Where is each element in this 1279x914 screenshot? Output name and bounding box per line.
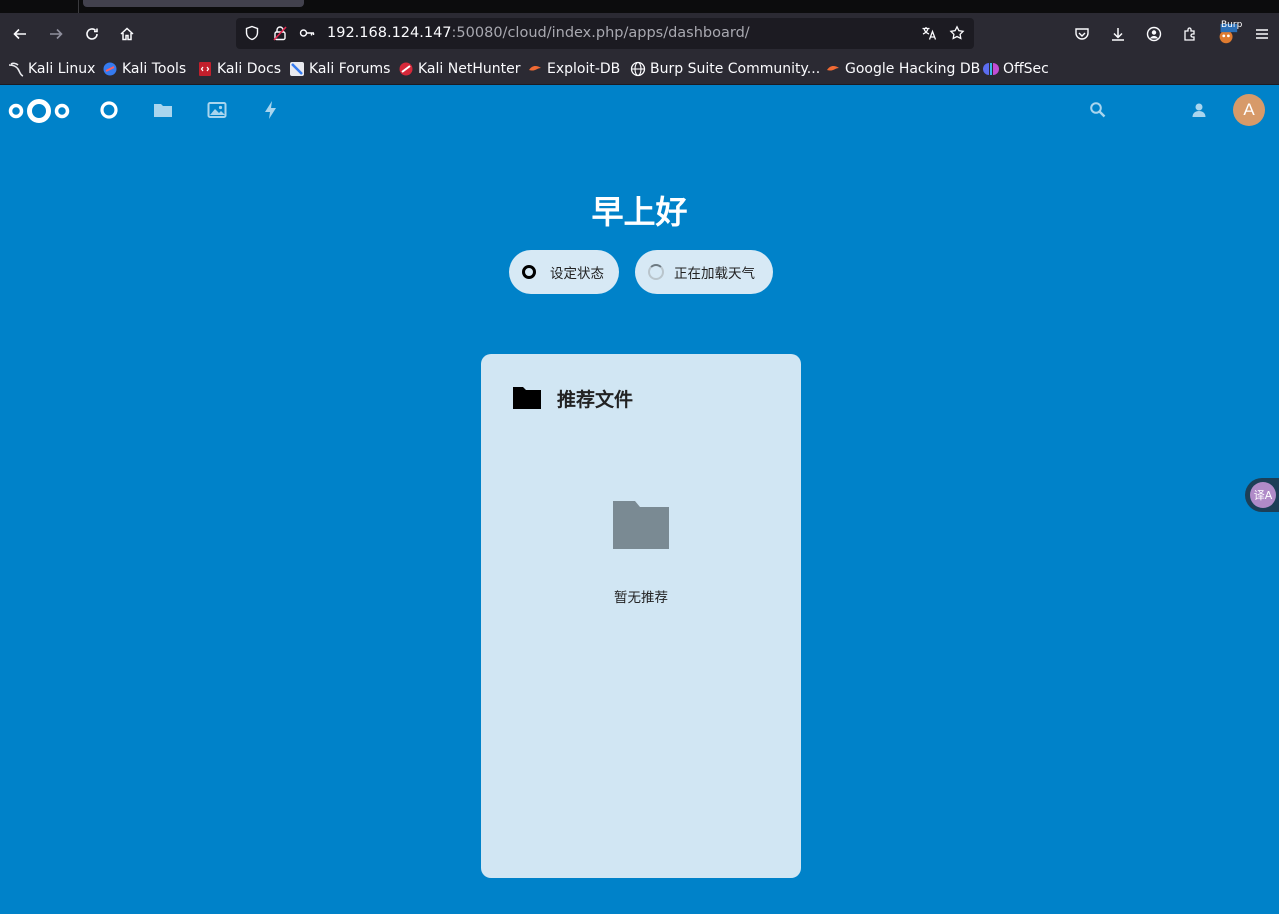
pocket-icon — [1075, 28, 1089, 40]
offsec-icon — [983, 61, 999, 77]
folder-icon — [512, 385, 542, 415]
tab-strip — [0, 0, 1279, 13]
nextcloud-logo[interactable] — [8, 97, 70, 129]
dashboard-icon — [100, 101, 118, 119]
back-arrow-icon — [13, 28, 26, 40]
bookmark-kali-tools[interactable]: Kali Tools — [102, 60, 186, 78]
exploit-db-icon — [527, 61, 543, 77]
kali-dragon-icon — [8, 61, 24, 77]
bookmark-label: Kali Docs — [217, 61, 282, 77]
burp-extension-button[interactable]: Burp — [1214, 20, 1243, 47]
bookmark-star-icon[interactable] — [949, 25, 965, 41]
bookmark-kali-forums[interactable]: Kali Forums — [289, 60, 390, 78]
forward-button[interactable] — [43, 21, 69, 47]
loading-spinner-icon — [648, 264, 664, 280]
url-path: :50080/cloud/index.php/apps/dashboard/ — [451, 25, 750, 41]
home-icon — [120, 27, 134, 41]
translate-bubble-icon: 译A — [1250, 482, 1276, 508]
reload-icon — [86, 28, 98, 40]
bookmark-exploit-db[interactable]: Exploit-DB — [527, 60, 620, 78]
weather-label: 正在加载天气 — [674, 266, 755, 282]
back-button[interactable] — [7, 21, 33, 47]
bookmark-label: Kali Forums — [309, 61, 391, 77]
bookmark-google-hacking-db[interactable]: Google Hacking DB — [825, 60, 980, 78]
bookmarks-toolbar: Kali Linux Kali Tools Kali Docs Kali For… — [0, 54, 1279, 85]
url-bar[interactable]: 192.168.124.147:50080/cloud/index.php/ap… — [236, 18, 974, 49]
insecure-lock-icon[interactable] — [272, 25, 288, 41]
set-status-label: 设定状态 — [550, 266, 604, 282]
activity-icon — [265, 101, 276, 119]
account-button[interactable] — [1141, 21, 1167, 47]
recommended-files-widget: 推荐文件 暂无推荐 — [481, 354, 801, 878]
account-icon — [1146, 26, 1162, 42]
bookmark-offsec[interactable]: OffSec — [983, 60, 1049, 78]
bookmark-burp-suite[interactable]: Burp Suite Community... — [630, 60, 820, 78]
translate-side-widget[interactable]: 译A — [1245, 478, 1279, 512]
empty-folder-icon — [612, 500, 670, 554]
bookmark-kali-nethunter[interactable]: Kali NetHunter — [398, 60, 520, 78]
nethunter-icon — [398, 61, 414, 77]
app-files[interactable] — [151, 98, 175, 122]
browser-toolbar: 192.168.124.147:50080/cloud/index.php/ap… — [0, 13, 1279, 54]
key-icon[interactable] — [299, 25, 315, 41]
hamburger-menu-icon — [1256, 29, 1268, 39]
contacts-icon — [1192, 103, 1206, 117]
set-status-button[interactable]: 设定状态 — [509, 250, 619, 294]
files-icon — [154, 104, 172, 117]
photos-icon — [207, 102, 227, 118]
url-text[interactable]: 192.168.124.147:50080/cloud/index.php/ap… — [327, 25, 750, 41]
bookmark-label: Burp Suite Community... — [650, 61, 821, 77]
app-dashboard[interactable] — [97, 98, 121, 122]
search-icon — [1090, 102, 1106, 118]
nextcloud-header: A — [0, 85, 1279, 135]
url-host: 192.168.124.147 — [327, 25, 452, 41]
bookmark-kali-docs[interactable]: Kali Docs — [197, 60, 281, 78]
bookmark-label: Exploit-DB — [547, 61, 621, 77]
bookmark-label: Kali Linux — [28, 61, 96, 77]
bookmark-label: Google Hacking DB — [845, 61, 981, 77]
tab-separator — [78, 0, 79, 13]
shield-icon[interactable] — [244, 25, 260, 41]
widget-title: 推荐文件 — [557, 389, 634, 411]
home-button[interactable] — [114, 21, 140, 47]
pocket-button[interactable] — [1069, 21, 1095, 47]
weather-status-button[interactable]: 正在加载天气 — [635, 250, 773, 294]
burp-badge: Burp — [1221, 20, 1243, 30]
ghdb-icon — [825, 61, 841, 77]
translate-icon[interactable] — [921, 25, 937, 41]
active-tab[interactable] — [83, 0, 304, 7]
kali-forums-icon — [289, 61, 305, 77]
kali-tools-icon — [102, 61, 118, 77]
user-avatar[interactable]: A — [1233, 94, 1265, 126]
unified-search-button[interactable] — [1086, 98, 1110, 122]
globe-icon — [630, 61, 646, 77]
bookmark-label: Kali Tools — [122, 61, 187, 77]
downloads-button[interactable] — [1105, 21, 1131, 47]
status-ring-icon — [522, 265, 536, 279]
reload-button[interactable] — [79, 21, 105, 47]
app-photos[interactable] — [205, 98, 229, 122]
kali-docs-icon — [197, 61, 213, 77]
dashboard-greeting: 早上好 — [591, 193, 688, 231]
menu-button[interactable] — [1249, 21, 1275, 47]
puzzle-icon — [1184, 27, 1195, 41]
bookmark-label: Kali NetHunter — [418, 61, 521, 77]
nextcloud-logo-icon — [8, 99, 70, 123]
bookmark-kali-linux[interactable]: Kali Linux — [8, 60, 95, 78]
bookmark-label: OffSec — [1003, 61, 1049, 77]
contacts-menu-button[interactable] — [1187, 98, 1211, 122]
app-activity[interactable] — [259, 98, 283, 122]
forward-arrow-icon — [50, 28, 63, 40]
download-icon — [1112, 28, 1124, 41]
extensions-button[interactable] — [1177, 21, 1203, 47]
empty-content-text: 暂无推荐 — [614, 590, 668, 606]
